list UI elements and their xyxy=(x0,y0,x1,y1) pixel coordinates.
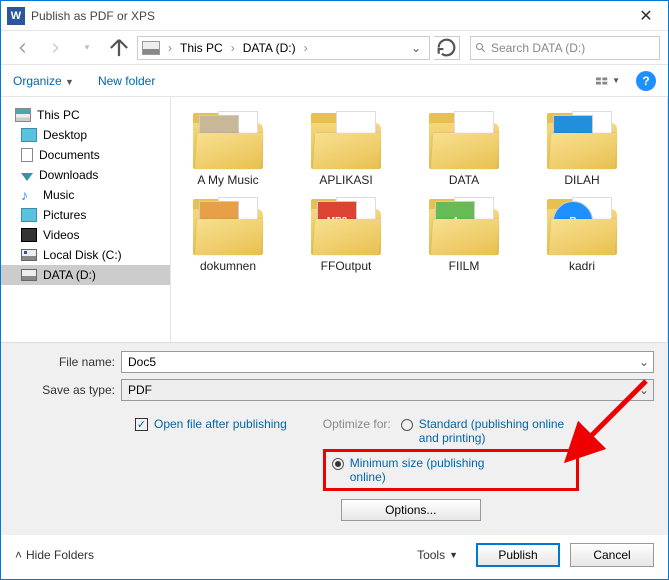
folder-item[interactable]: DILAH xyxy=(537,111,627,187)
chevron-up-icon: ˄ xyxy=(15,548,22,562)
tree-videos[interactable]: Videos xyxy=(1,225,170,245)
folder-label: FIILM xyxy=(449,259,480,273)
file-pane[interactable]: A My Music APLIKASI DATA DILAH dokumnen … xyxy=(171,97,668,342)
folder-label: A My Music xyxy=(197,173,258,187)
radio-icon xyxy=(401,419,413,431)
folder-item[interactable]: APLIKASI xyxy=(301,111,391,187)
tree-pictures[interactable]: Pictures xyxy=(1,205,170,225)
footer: ˄ Hide Folders Tools▼ Publish Cancel xyxy=(1,535,668,579)
cancel-button[interactable]: Cancel xyxy=(570,543,654,567)
saveastype-label: Save as type: xyxy=(15,383,115,397)
dropdown-icon[interactable]: ⌄ xyxy=(639,355,649,369)
folder-item[interactable]: R kadri xyxy=(537,197,627,273)
filename-input[interactable]: Doc5⌄ xyxy=(121,351,654,373)
breadcrumb-drive[interactable]: DATA (D:) xyxy=(239,39,300,57)
tree-data-d[interactable]: DATA (D:) xyxy=(1,265,170,285)
options-button[interactable]: Options... xyxy=(341,499,481,521)
tree-desktop[interactable]: Desktop xyxy=(1,125,170,145)
chevron-icon[interactable]: › xyxy=(229,41,237,55)
radio-minimum[interactable]: Minimum size (publishing online) xyxy=(332,456,564,484)
nav-tree: This PC Desktop Documents Downloads ♪Mus… xyxy=(1,97,171,342)
search-input[interactable]: Search DATA (D:) xyxy=(470,36,660,60)
radio-standard[interactable]: Optimize for: Standard (publishing onlin… xyxy=(323,417,579,445)
folder-label: dokumnen xyxy=(200,259,256,273)
view-button[interactable]: ▼ xyxy=(596,71,620,91)
refresh-button[interactable] xyxy=(434,36,460,60)
hide-folders-button[interactable]: ˄ Hide Folders xyxy=(15,548,94,562)
disk-d-icon xyxy=(21,269,37,281)
pc-icon xyxy=(15,108,31,122)
folder-item[interactable]: DATA xyxy=(419,111,509,187)
documents-icon xyxy=(21,148,33,162)
nav-recent-button[interactable]: ▾ xyxy=(73,35,101,61)
tree-this-pc[interactable]: This PC xyxy=(1,105,170,125)
close-button[interactable]: ✕ xyxy=(624,2,668,30)
dialog-title: Publish as PDF or XPS xyxy=(31,9,624,23)
word-icon: W xyxy=(7,7,25,25)
pictures-icon xyxy=(21,208,37,222)
folder-label: FFOutput xyxy=(321,259,372,273)
tree-documents[interactable]: Documents xyxy=(1,145,170,165)
folder-item[interactable]: A My Music xyxy=(183,111,273,187)
tools-button[interactable]: Tools▼ xyxy=(409,548,466,562)
music-icon: ♪ xyxy=(21,188,37,202)
open-after-checkbox[interactable]: ✓ Open file after publishing xyxy=(135,417,287,431)
downloads-icon xyxy=(21,173,33,181)
filename-label: File name: xyxy=(15,355,115,369)
tree-music[interactable]: ♪Music xyxy=(1,185,170,205)
nav-bar: ▾ › This PC › DATA (D:) › ⌄ Search DATA … xyxy=(1,31,668,65)
folder-label: kadri xyxy=(569,259,595,273)
folder-label: APLIKASI xyxy=(319,173,372,187)
dropdown-icon[interactable]: ⌄ xyxy=(639,383,649,397)
breadcrumb[interactable]: › This PC › DATA (D:) › ⌄ xyxy=(137,36,430,60)
new-folder-button[interactable]: New folder xyxy=(98,74,155,88)
desktop-icon xyxy=(21,128,37,142)
folder-item[interactable]: 4 FIILM xyxy=(419,197,509,273)
videos-icon xyxy=(21,228,37,242)
breadcrumb-dropdown[interactable]: ⌄ xyxy=(407,39,425,57)
tree-downloads[interactable]: Downloads xyxy=(1,165,170,185)
nav-back-button[interactable] xyxy=(9,35,37,61)
help-icon[interactable]: ? xyxy=(636,71,656,91)
folder-label: DILAH xyxy=(564,173,599,187)
chevron-icon[interactable]: › xyxy=(302,41,310,55)
folder-label: DATA xyxy=(449,173,479,187)
folder-item[interactable]: MP3 FFOutput xyxy=(301,197,391,273)
drive-icon xyxy=(142,41,160,55)
toolbar: Organize ▼ New folder ▼ ? xyxy=(1,65,668,97)
checkbox-icon: ✓ xyxy=(135,418,148,431)
annotation-highlight: Minimum size (publishing online) xyxy=(323,449,579,491)
body-area: This PC Desktop Documents Downloads ♪Mus… xyxy=(1,97,668,342)
tree-local-disk-c[interactable]: Local Disk (C:) xyxy=(1,245,170,265)
nav-forward-button[interactable] xyxy=(41,35,69,61)
form-area: File name: Doc5⌄ Save as type: PDF⌄ ✓ Op… xyxy=(1,342,668,535)
breadcrumb-root[interactable]: This PC xyxy=(176,39,227,57)
chevron-icon[interactable]: › xyxy=(166,41,174,55)
titlebar: W Publish as PDF or XPS ✕ xyxy=(1,1,668,31)
publish-button[interactable]: Publish xyxy=(476,543,560,567)
folder-item[interactable]: dokumnen xyxy=(183,197,273,273)
search-placeholder: Search DATA (D:) xyxy=(491,41,585,55)
search-icon xyxy=(475,42,487,54)
disk-c-icon xyxy=(21,249,37,261)
saveastype-select[interactable]: PDF⌄ xyxy=(121,379,654,401)
radio-icon xyxy=(332,458,344,470)
dialog-window: W Publish as PDF or XPS ✕ ▾ › This PC › … xyxy=(0,0,669,580)
organize-button[interactable]: Organize ▼ xyxy=(13,74,74,88)
optimize-group: Optimize for: Standard (publishing onlin… xyxy=(323,417,579,521)
nav-up-button[interactable] xyxy=(105,35,133,61)
